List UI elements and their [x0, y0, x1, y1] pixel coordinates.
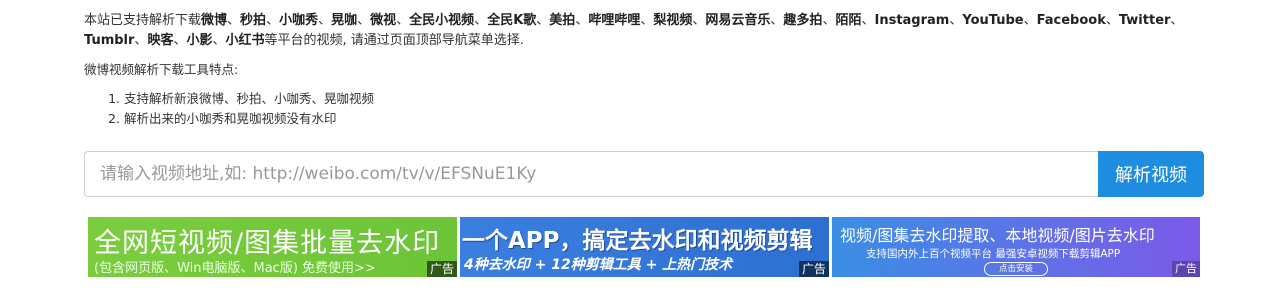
platform-name: 秒拍 [240, 13, 267, 28]
platform-name: 全民小视频 [409, 13, 475, 28]
install-button[interactable]: 点击安装 [984, 262, 1048, 276]
platform-name: 趣多拍 [783, 13, 823, 28]
intro-suffix: 等平台的视频, 请通过页面顶部导航菜单选择. [264, 33, 524, 48]
ad-subtitle: (包含网页版、Win电脑版、Mac版) 免费使用>> [94, 261, 376, 276]
platform-name: 哔哩哔哩 [588, 13, 641, 28]
platform-list: 微博、秒拍、小咖秀、晃咖、微视、全民小视频、全民K歌、美拍、哔哩哔哩、梨视频、网… [84, 13, 1184, 48]
content-area: 本站已支持解析下载微博、秒拍、小咖秀、晃咖、微视、全民小视频、全民K歌、美拍、哔… [84, 0, 1204, 129]
platform-name: 微视 [370, 13, 397, 28]
ad-subtitle: 支持国内外上百个视频平台 最强安卓视频下载剪辑APP [866, 248, 1121, 260]
ad-headline: 视频/图集去水印提取、本地视频/图片去水印 [840, 226, 1155, 245]
platform-name: Twitter [1118, 13, 1171, 28]
ad-label: 广告 [1172, 261, 1200, 277]
intro-text: 本站已支持解析下载微博、秒拍、小咖秀、晃咖、微视、全民小视频、全民K歌、美拍、哔… [84, 11, 1204, 51]
platform-name: 全民K歌 [487, 13, 537, 28]
platform-name: Tumblr [84, 33, 135, 48]
platform-name: 小红书 [225, 33, 265, 48]
platform-name: YouTube [962, 13, 1024, 28]
platform-name: 微博 [201, 13, 228, 28]
platform-name: 小咖秀 [279, 13, 319, 28]
ad-label: 广告 [426, 261, 457, 277]
search-bar: 解析视频 [84, 151, 1204, 197]
intro-prefix: 本站已支持解析下载 [84, 13, 202, 28]
ad-banner-batch-watermark[interactable]: 全网短视频/图集批量去水印 (包含网页版、Win电脑版、Mac版) 免费使用>>… [88, 217, 457, 277]
feature-item: 支持解析新浪微博、秒拍、小咖秀、晃咖视频 [124, 89, 1204, 109]
platform-name: 小影 [186, 33, 213, 48]
ad-label: 广告 [798, 261, 829, 277]
platform-name: 陌陌 [835, 13, 862, 28]
features-title: 微博视频解析下载工具特点: [84, 62, 239, 77]
parse-video-button[interactable]: 解析视频 [1098, 151, 1204, 197]
video-url-input[interactable] [84, 151, 1098, 197]
feature-item: 解析出来的小咖秀和晃咖视频没有水印 [124, 109, 1204, 129]
ad-headline: 全网短视频/图集批量去水印 [94, 228, 441, 259]
ad-headline: 一个APP，搞定去水印和视频剪辑 [462, 228, 813, 254]
ad-banner-app-editor[interactable]: 一个APP，搞定去水印和视频剪辑 4种去水印 + 12种剪辑工具 + 上热门技术… [460, 217, 829, 277]
ad-subtitle: 4种去水印 + 12种剪辑工具 + 上热门技术 [464, 257, 733, 273]
platform-name: Facebook [1036, 13, 1106, 28]
platform-name: 美拍 [549, 13, 576, 28]
ad-banner-android-app[interactable]: 视频/图集去水印提取、本地视频/图片去水印 支持国内外上百个视频平台 最强安卓视… [832, 217, 1200, 277]
platform-name: 梨视频 [653, 13, 693, 28]
platform-name: 晃咖 [331, 13, 358, 28]
platform-name: 网易云音乐 [705, 13, 771, 28]
platform-name: Instagram [874, 13, 950, 28]
features-list: 支持解析新浪微博、秒拍、小咖秀、晃咖视频 解析出来的小咖秀和晃咖视频没有水印 [84, 89, 1204, 129]
platform-name: 映客 [147, 33, 174, 48]
